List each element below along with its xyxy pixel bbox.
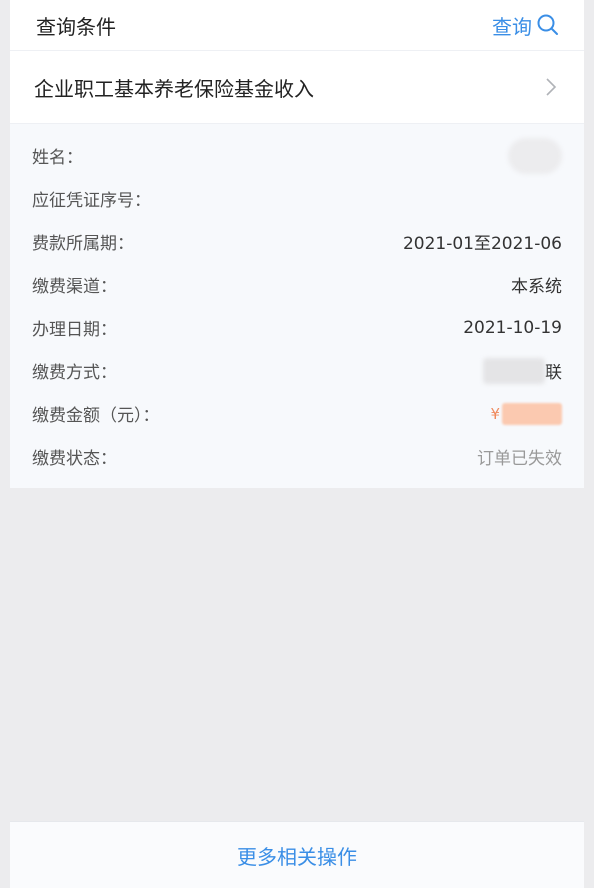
- period-label: 费款所属期：: [32, 234, 134, 254]
- detail-row-channel: 缴费渠道： 本系统: [32, 263, 562, 306]
- period-value: 2021-01至2021-06: [402, 234, 562, 254]
- search-icon: [537, 14, 558, 35]
- detail-row-method: 缴费方式： 联: [32, 349, 562, 392]
- amount-label: 缴费金额（元）：: [32, 406, 160, 426]
- query-conditions-title: 查询条件: [36, 14, 116, 39]
- detail-row-name: 姓名：: [32, 134, 562, 177]
- detail-row-voucher: 应征凭证序号：: [32, 177, 562, 220]
- status-label: 缴费状态：: [32, 449, 117, 469]
- query-header: 查询条件 查询: [10, 0, 584, 51]
- detail-row-amount: 缴费金额（元）： ¥: [32, 392, 562, 435]
- detail-row-status: 缴费状态： 订单已失效: [32, 435, 562, 478]
- query-panel: 查询条件 查询 企业职工基本养老保险基金收入 姓名： 应征凭证序号： 费款所属期…: [10, 0, 584, 488]
- more-actions-button[interactable]: 更多相关操作: [237, 841, 357, 870]
- method-label: 缴费方式：: [32, 363, 117, 383]
- channel-value: 本系统: [511, 277, 562, 297]
- status-value: 订单已失效: [477, 449, 562, 469]
- date-label: 办理日期：: [32, 320, 117, 340]
- detail-row-date: 办理日期： 2021-10-19: [32, 306, 562, 349]
- channel-label: 缴费渠道：: [32, 277, 117, 297]
- payment-details: 姓名： 应征凭证序号： 费款所属期： 2021-01至2021-06 缴费渠道：…: [10, 124, 584, 488]
- fund-category-row[interactable]: 企业职工基本养老保险基金收入: [10, 51, 584, 124]
- redacted-amount: [502, 402, 562, 425]
- method-value: 联: [483, 357, 562, 384]
- method-value-text: 联: [545, 363, 562, 383]
- redacted-method: [483, 357, 545, 384]
- chevron-right-icon: [546, 78, 557, 96]
- amount-value: ¥: [490, 402, 562, 425]
- bottom-action-bar: 更多相关操作: [10, 821, 584, 888]
- date-value: 2021-10-19: [463, 317, 562, 338]
- fund-category-label: 企业职工基本养老保险基金收入: [34, 76, 314, 101]
- redacted-name: [508, 137, 562, 174]
- voucher-label: 应征凭证序号：: [32, 191, 151, 211]
- currency-symbol: ¥: [490, 404, 500, 423]
- search-button[interactable]: 查询: [492, 11, 560, 40]
- name-label: 姓名：: [32, 148, 83, 168]
- detail-row-period: 费款所属期： 2021-01至2021-06: [32, 220, 562, 263]
- search-label: 查询: [492, 14, 532, 39]
